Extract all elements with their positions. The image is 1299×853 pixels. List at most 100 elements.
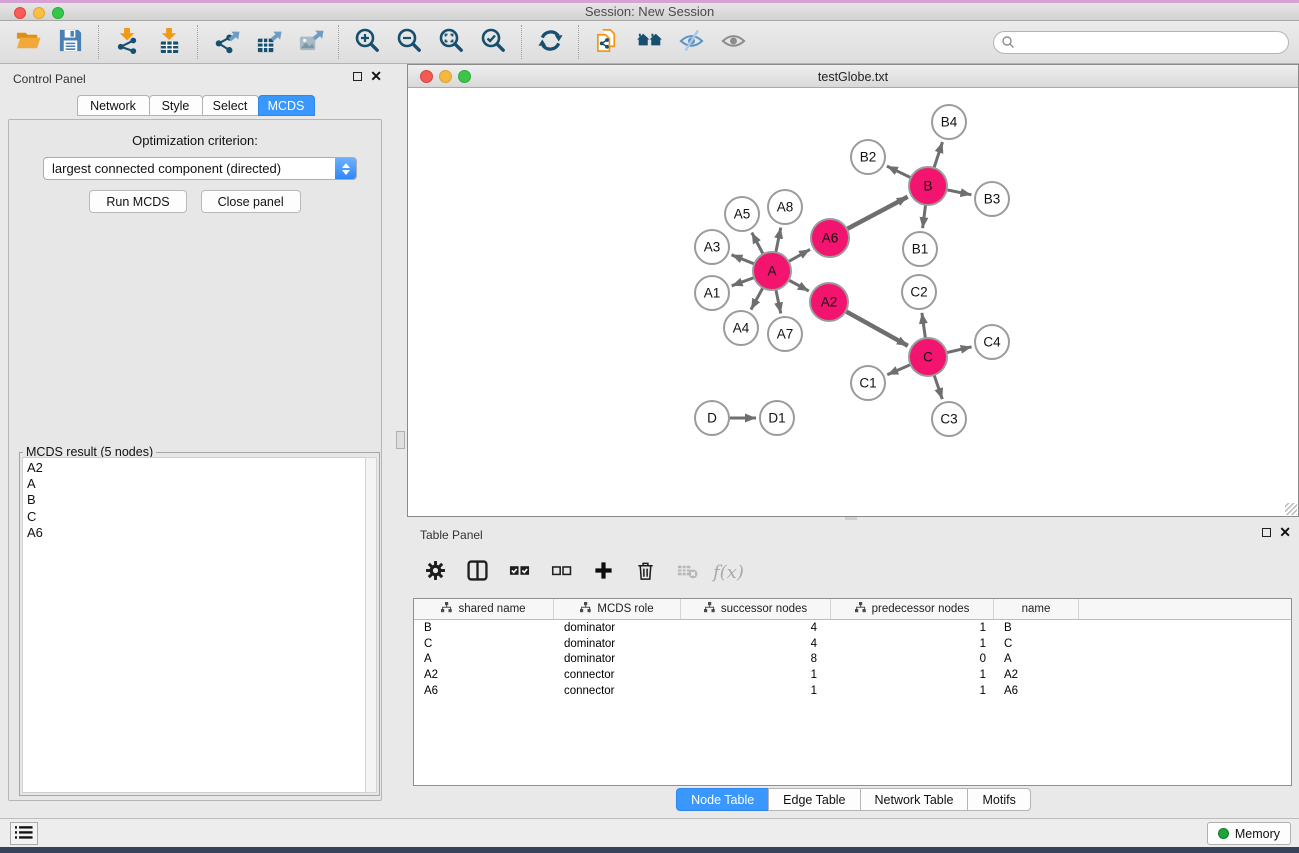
graph-node-C4[interactable]: C4 bbox=[975, 325, 1009, 359]
table-cell[interactable]: 4 bbox=[681, 638, 831, 650]
zoom-in-button[interactable] bbox=[349, 25, 385, 59]
task-history-button[interactable] bbox=[10, 822, 38, 845]
graph-node-B4[interactable]: B4 bbox=[932, 105, 966, 139]
clone-network-button[interactable] bbox=[589, 25, 625, 59]
export-network-button[interactable] bbox=[208, 25, 244, 59]
table-cell[interactable]: connector bbox=[554, 669, 681, 681]
mcds-result-item[interactable]: B bbox=[27, 492, 365, 508]
graph-node-B3[interactable]: B3 bbox=[975, 182, 1009, 216]
graph-node-C1[interactable]: C1 bbox=[851, 366, 885, 400]
save-session-button[interactable] bbox=[52, 25, 88, 59]
tab-network-table[interactable]: Network Table bbox=[860, 788, 969, 811]
table-cell[interactable]: 1 bbox=[681, 669, 831, 681]
graph-node-C[interactable]: C bbox=[909, 338, 947, 376]
graph-node-B2[interactable]: B2 bbox=[851, 140, 885, 174]
table-cell[interactable]: 0 bbox=[831, 653, 994, 665]
refresh-network-button[interactable] bbox=[532, 25, 568, 59]
graph-node-A1[interactable]: A1 bbox=[695, 276, 729, 310]
column-header-MCDS-role[interactable]: MCDS role bbox=[554, 599, 681, 619]
column-header-shared-name[interactable]: shared name bbox=[414, 599, 554, 619]
optimization-criterion-select[interactable]: largest connected component (directed) bbox=[43, 157, 357, 180]
tab-edge-table[interactable]: Edge Table bbox=[768, 788, 860, 811]
tab-mcds[interactable]: MCDS bbox=[258, 95, 315, 116]
control-panel-float-button[interactable] bbox=[353, 72, 362, 81]
table-cell[interactable]: 8 bbox=[681, 653, 831, 665]
tab-network[interactable]: Network bbox=[77, 95, 150, 116]
table-panel-close-button[interactable]: ✕ bbox=[1279, 527, 1291, 537]
graph-node-A3[interactable]: A3 bbox=[695, 230, 729, 264]
table-cell[interactable]: C bbox=[414, 638, 554, 650]
network-canvas[interactable]: A A6 A2 B C A5 A8 A3 A1A4 A7 B4 B2 B3 B1 C2 C4 C1 C3 D D1 bbox=[408, 88, 1298, 516]
graph-node-A[interactable]: A bbox=[753, 252, 791, 290]
table-cell[interactable]: dominator bbox=[554, 622, 681, 634]
table-cell[interactable]: A2 bbox=[994, 669, 1079, 681]
table-cell[interactable]: dominator bbox=[554, 638, 681, 650]
graph-node-D1[interactable]: D1 bbox=[760, 401, 794, 435]
tab-select[interactable]: Select bbox=[202, 95, 259, 116]
column-header-name[interactable]: name bbox=[994, 599, 1079, 619]
graph-node-B1[interactable]: B1 bbox=[903, 232, 937, 266]
table-row[interactable]: Cdominator41C bbox=[414, 636, 1291, 652]
mcds-result-scrollbar[interactable] bbox=[365, 457, 377, 793]
table-row[interactable]: Bdominator41B bbox=[414, 620, 1291, 636]
tab-motifs[interactable]: Motifs bbox=[967, 788, 1030, 811]
table-cell[interactable]: 1 bbox=[831, 669, 994, 681]
table-cell[interactable]: 1 bbox=[831, 685, 994, 697]
control-panel-close-button[interactable]: ✕ bbox=[370, 71, 382, 81]
export-table-button[interactable] bbox=[250, 25, 286, 59]
graph-node-B[interactable]: B bbox=[909, 167, 947, 205]
export-image-button[interactable] bbox=[292, 25, 328, 59]
table-cell[interactable]: A6 bbox=[414, 685, 554, 697]
table-cell[interactable]: B bbox=[994, 622, 1079, 634]
mcds-result-item[interactable]: A2 bbox=[27, 460, 365, 476]
table-cell[interactable]: 1 bbox=[831, 622, 994, 634]
table-cell[interactable]: 1 bbox=[681, 685, 831, 697]
table-cell[interactable]: 1 bbox=[831, 638, 994, 650]
resize-grip-icon[interactable] bbox=[1285, 503, 1297, 515]
zoom-out-button[interactable] bbox=[391, 25, 427, 59]
mcds-result-item[interactable]: A bbox=[27, 476, 365, 492]
delete-row-button[interactable] bbox=[629, 556, 661, 588]
table-cell[interactable]: B bbox=[414, 622, 554, 634]
table-cell[interactable]: 4 bbox=[681, 622, 831, 634]
mcds-result-item[interactable]: A6 bbox=[27, 525, 365, 541]
graph-node-A4[interactable]: A4 bbox=[724, 311, 758, 345]
home-button[interactable] bbox=[631, 25, 667, 59]
run-mcds-button[interactable]: Run MCDS bbox=[89, 190, 186, 213]
mcds-result-item[interactable]: C bbox=[27, 509, 365, 525]
close-panel-button[interactable]: Close panel bbox=[201, 190, 301, 213]
graph-node-A5[interactable]: A5 bbox=[725, 197, 759, 231]
zoom-fit-button[interactable] bbox=[433, 25, 469, 59]
graph-node-C2[interactable]: C2 bbox=[902, 275, 936, 309]
table-row[interactable]: A2connector11A2 bbox=[414, 667, 1291, 683]
graph-node-A7[interactable]: A7 bbox=[768, 317, 802, 351]
memory-button[interactable]: Memory bbox=[1207, 822, 1291, 845]
table-cell[interactable]: A bbox=[414, 653, 554, 665]
graph-node-D[interactable]: D bbox=[695, 401, 729, 435]
add-row-button[interactable] bbox=[587, 556, 619, 588]
table-row[interactable]: A6connector11A6 bbox=[414, 683, 1291, 699]
graph-node-A6[interactable]: A6 bbox=[811, 219, 849, 257]
column-header-predecessor-nodes[interactable]: predecessor nodes bbox=[831, 599, 994, 619]
graph-node-C3[interactable]: C3 bbox=[932, 402, 966, 436]
gear-button[interactable] bbox=[419, 556, 451, 588]
import-table-button[interactable] bbox=[151, 25, 187, 59]
table-cell[interactable]: connector bbox=[554, 685, 681, 697]
open-file-button[interactable] bbox=[10, 25, 46, 59]
hide-selected-button[interactable] bbox=[673, 25, 709, 59]
tab-node-table[interactable]: Node Table bbox=[676, 788, 769, 811]
table-row[interactable]: Adominator80A bbox=[414, 651, 1291, 667]
table-panel-float-button[interactable] bbox=[1262, 528, 1271, 537]
table-cell[interactable]: C bbox=[994, 638, 1079, 650]
import-network-button[interactable] bbox=[109, 25, 145, 59]
graph-node-A8[interactable]: A8 bbox=[768, 190, 802, 224]
graph-node-A2[interactable]: A2 bbox=[810, 283, 848, 321]
zoom-selected-button[interactable] bbox=[475, 25, 511, 59]
vertical-splitter-grip[interactable] bbox=[396, 431, 405, 449]
select-all-button[interactable] bbox=[503, 556, 535, 588]
table-cell[interactable]: A2 bbox=[414, 669, 554, 681]
table-cell[interactable]: A bbox=[994, 653, 1079, 665]
table-cell[interactable]: A6 bbox=[994, 685, 1079, 697]
unselect-all-button[interactable] bbox=[545, 556, 577, 588]
tab-style[interactable]: Style bbox=[149, 95, 203, 116]
